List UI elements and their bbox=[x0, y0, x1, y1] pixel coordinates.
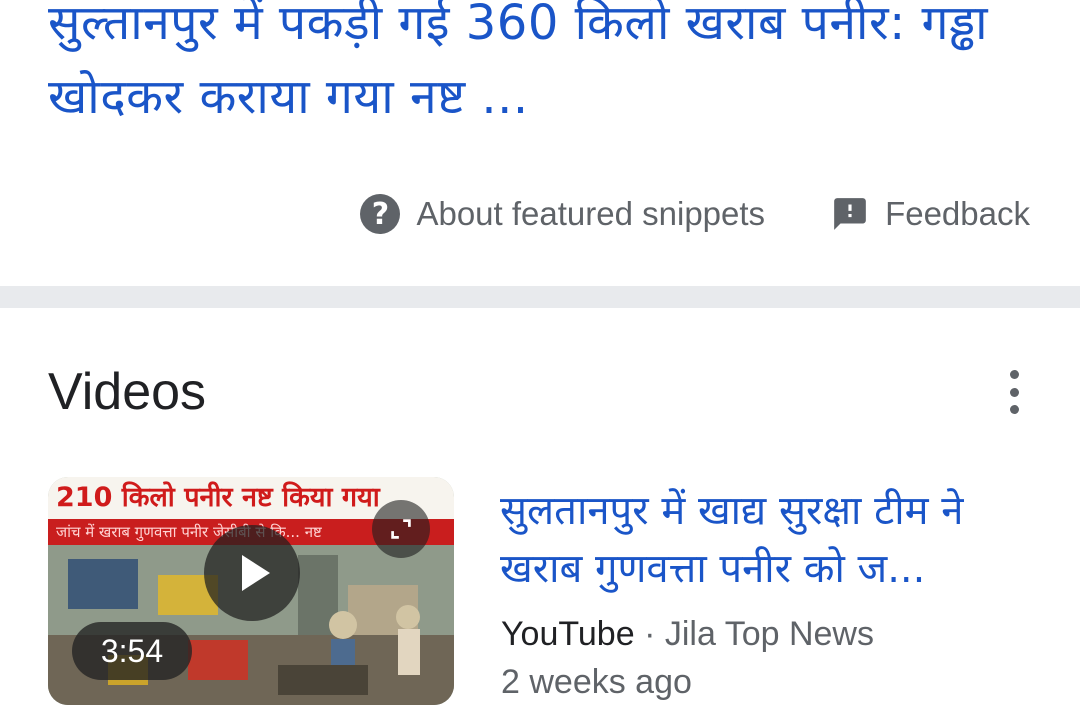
feedback-icon bbox=[834, 198, 866, 230]
more-vert-icon[interactable] bbox=[1000, 370, 1028, 414]
help-circle-icon: ? bbox=[360, 194, 401, 234]
featured-snippet-footer: ? About featured snippets Feedback bbox=[360, 192, 1030, 236]
play-button[interactable] bbox=[204, 525, 300, 621]
about-featured-snippets-link[interactable]: ? About featured snippets bbox=[360, 194, 765, 234]
video-source: YouTube bbox=[501, 615, 635, 653]
play-icon bbox=[242, 555, 270, 591]
feedback-label: Feedback bbox=[885, 195, 1030, 232]
featured-snippet-title[interactable]: सुल्तानपुर में पकड़ी गई 360 किलो खराब पन… bbox=[48, 0, 1048, 134]
feedback-link[interactable]: Feedback bbox=[831, 195, 1030, 233]
video-meta: YouTube · Jila Top News 2 weeks ago bbox=[501, 610, 874, 706]
video-channel: Jila Top News bbox=[664, 615, 874, 653]
video-age: 2 weeks ago bbox=[501, 663, 692, 701]
video-title[interactable]: सुलतानपुर में खाद्य सुरक्षा टीम ने खराब … bbox=[500, 482, 1040, 598]
video-title-link[interactable]: सुलतानपुर में खाद्य सुरक्षा टीम ने खराब … bbox=[500, 488, 963, 592]
section-divider bbox=[0, 286, 1080, 308]
about-featured-snippets-label: About featured snippets bbox=[416, 195, 766, 232]
featured-snippet-link[interactable]: सुल्तानपुर में पकड़ी गई 360 किलो खराब पन… bbox=[48, 0, 988, 125]
meta-separator: · bbox=[644, 615, 656, 653]
video-duration-badge: 3:54 bbox=[72, 622, 192, 680]
videos-section-header: Videos bbox=[48, 363, 207, 421]
video-source-line: YouTube · Jila Top News bbox=[501, 610, 874, 658]
fullscreen-icon[interactable] bbox=[372, 500, 430, 558]
